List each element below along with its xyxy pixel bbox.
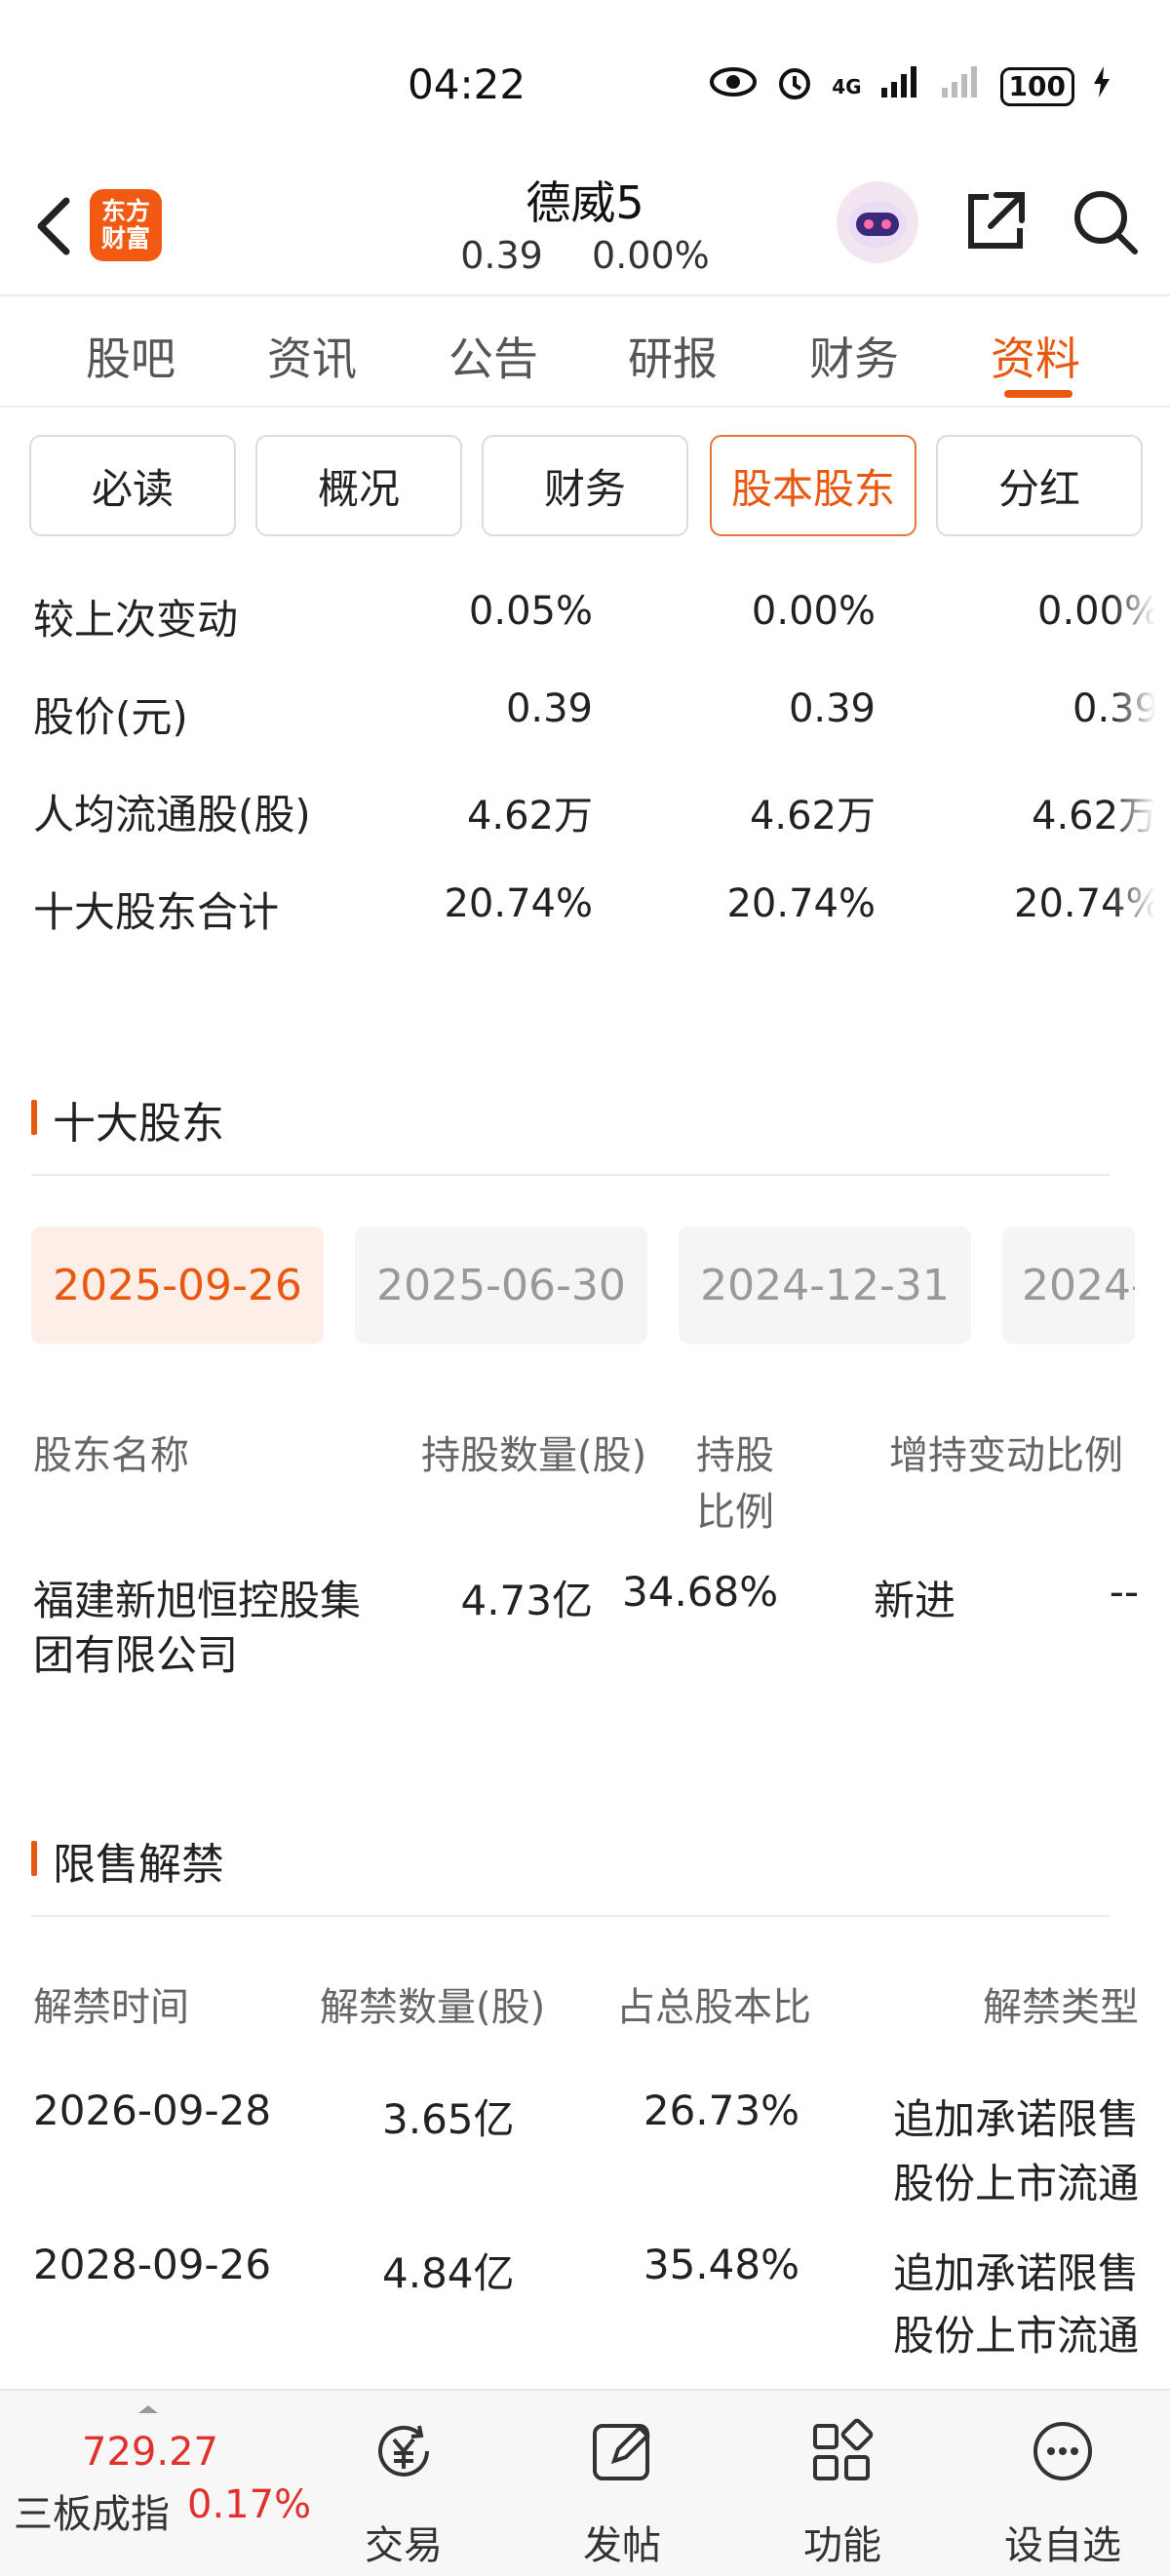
unlock-date: 2028-09-26 bbox=[33, 2241, 272, 2288]
subtab-overview[interactable]: 概况 bbox=[255, 435, 462, 536]
trade-icon bbox=[378, 2425, 429, 2477]
subtab-finance[interactable]: 财务 bbox=[482, 435, 688, 536]
active-tab-indicator bbox=[1004, 390, 1072, 398]
date-chip[interactable]: 2025-09-26 bbox=[31, 1227, 324, 1344]
index-value: 729.27 bbox=[82, 2430, 218, 2475]
unlock-qty: 4.84亿 bbox=[382, 2249, 515, 2297]
header-unlock-ratio: 占总股本比 bbox=[616, 1985, 811, 2030]
section-title-top-holders: 十大股东 bbox=[53, 1099, 224, 1149]
stat-value: 20.74% bbox=[726, 881, 876, 926]
nav-features[interactable]: 功能 bbox=[764, 2408, 920, 2568]
stat-value: 0.05% bbox=[468, 589, 593, 634]
change-ratio: -- bbox=[1109, 1568, 1139, 1616]
header-holder-name: 股东名称 bbox=[33, 1433, 189, 1478]
stat-value: 4.62万 bbox=[749, 794, 876, 839]
nav-label: 功能 bbox=[803, 2523, 881, 2568]
section-marker bbox=[31, 1841, 37, 1876]
alarm-icon bbox=[775, 62, 814, 110]
header-unlock-type: 解禁类型 bbox=[983, 1985, 1139, 2030]
header-holding-qty: 持股数量(股) bbox=[421, 1433, 647, 1478]
stat-value: 0.00% bbox=[751, 589, 876, 634]
date-chip[interactable]: 2025-06-30 bbox=[355, 1227, 647, 1344]
subtab-dividends[interactable]: 分红 bbox=[936, 435, 1143, 536]
ai-assistant-icon[interactable] bbox=[837, 181, 918, 263]
date-chip[interactable]: 2024-12-31 bbox=[679, 1227, 971, 1344]
stat-value: 4.62万 bbox=[466, 794, 593, 839]
unlock-qty: 3.65亿 bbox=[382, 2095, 515, 2143]
status-icons: 4G 100 bbox=[709, 62, 1112, 110]
main-tabs: 股吧 资讯 公告 研报 财务 资料 bbox=[0, 294, 1170, 408]
bottom-nav: 729.27 三板成指 0.17% 交易 发帖 功能 设自选 bbox=[0, 2389, 1170, 2576]
nav-trade[interactable]: 交易 bbox=[326, 2408, 482, 2568]
stat-label: 人均流通股(股) bbox=[33, 791, 311, 839]
subtab-shareholders[interactable]: 股本股东 bbox=[710, 435, 916, 536]
unlock-ratio: 35.48% bbox=[643, 2241, 800, 2288]
chevron-up-icon bbox=[136, 2400, 160, 2419]
tab-finance[interactable]: 财务 bbox=[809, 324, 899, 388]
nav-label: 设自选 bbox=[1004, 2523, 1121, 2568]
stat-value: 20.74% bbox=[444, 881, 593, 926]
tab-announcements[interactable]: 公告 bbox=[448, 324, 538, 388]
share-icon[interactable] bbox=[959, 187, 1030, 257]
unlock-ratio: 26.73% bbox=[643, 2087, 800, 2134]
tab-news[interactable]: 资讯 bbox=[267, 324, 357, 388]
nav-post[interactable]: 发帖 bbox=[544, 2408, 700, 2568]
nav-label: 发帖 bbox=[583, 2523, 661, 2568]
holder-name-2: 团有限公司 bbox=[33, 1631, 239, 1679]
tab-guba[interactable]: 股吧 bbox=[86, 324, 176, 388]
unlock-date: 2026-09-28 bbox=[33, 2087, 272, 2134]
header-change-ratio: 增持变动比例 bbox=[889, 1433, 1123, 1478]
stat-value: 0.39 bbox=[788, 686, 876, 731]
eye-icon bbox=[709, 65, 758, 107]
unlock-type: 追加承诺限售 bbox=[892, 2095, 1139, 2143]
edit-icon bbox=[593, 2424, 650, 2480]
more-icon bbox=[1034, 2422, 1092, 2480]
change-type: 新进 bbox=[874, 1577, 956, 1624]
divider bbox=[31, 1915, 1110, 1917]
holding-qty: 4.73亿 bbox=[460, 1577, 593, 1624]
header-holding-ratio-2: 比例 bbox=[696, 1490, 774, 1535]
tab-profile[interactable]: 资料 bbox=[991, 324, 1080, 388]
holder-name: 福建新旭恒控股集 bbox=[33, 1577, 362, 1624]
section-marker bbox=[31, 1100, 37, 1135]
signal-bars-icon bbox=[879, 64, 922, 108]
holding-ratio: 34.68% bbox=[622, 1568, 779, 1616]
header: 东方 财富 德威5 0.39 0.00% bbox=[0, 166, 1170, 293]
tab-research[interactable]: 研报 bbox=[628, 324, 718, 388]
section-title-lockup: 限售解禁 bbox=[53, 1840, 224, 1890]
signal-bars-weak-icon bbox=[940, 64, 983, 108]
index-name: 三板成指 bbox=[14, 2492, 170, 2537]
charging-icon bbox=[1092, 64, 1112, 108]
unlock-type-2: 股份上市流通 bbox=[892, 2160, 1139, 2207]
stat-label: 十大股东合计 bbox=[33, 888, 280, 936]
date-chip[interactable]: 2024- bbox=[1002, 1227, 1135, 1344]
stock-price: 0.39 bbox=[460, 234, 543, 277]
signal-icon: 4G bbox=[832, 74, 862, 98]
battery-icon: 100 bbox=[999, 66, 1074, 106]
index-change: 0.17% bbox=[187, 2482, 312, 2527]
header-holding-ratio: 持股 bbox=[696, 1433, 774, 1478]
stat-value: 0.39 bbox=[505, 686, 593, 731]
stat-label: 较上次变动 bbox=[33, 596, 239, 644]
divider bbox=[31, 1174, 1110, 1176]
stat-label: 股价(元) bbox=[33, 693, 188, 741]
index-ticker[interactable]: 729.27 三板成指 0.17% bbox=[0, 2391, 312, 2576]
subtab-must-read[interactable]: 必读 bbox=[29, 435, 236, 536]
grid-icon bbox=[813, 2418, 874, 2480]
header-unlock-qty: 解禁数量(股) bbox=[320, 1985, 546, 2030]
status-bar: 04:22 4G 100 bbox=[0, 0, 1170, 166]
status-time: 04:22 bbox=[408, 60, 526, 108]
unlock-type: 追加承诺限售 bbox=[892, 2249, 1139, 2297]
nav-watchlist[interactable]: 设自选 bbox=[985, 2408, 1141, 2568]
header-unlock-date: 解禁时间 bbox=[33, 1985, 189, 2030]
search-icon[interactable] bbox=[1069, 185, 1143, 259]
stock-change: 0.00% bbox=[592, 234, 710, 277]
unlock-type-2: 股份上市流通 bbox=[892, 2312, 1139, 2360]
scroll-fade bbox=[1112, 575, 1170, 1004]
nav-label: 交易 bbox=[365, 2523, 443, 2568]
